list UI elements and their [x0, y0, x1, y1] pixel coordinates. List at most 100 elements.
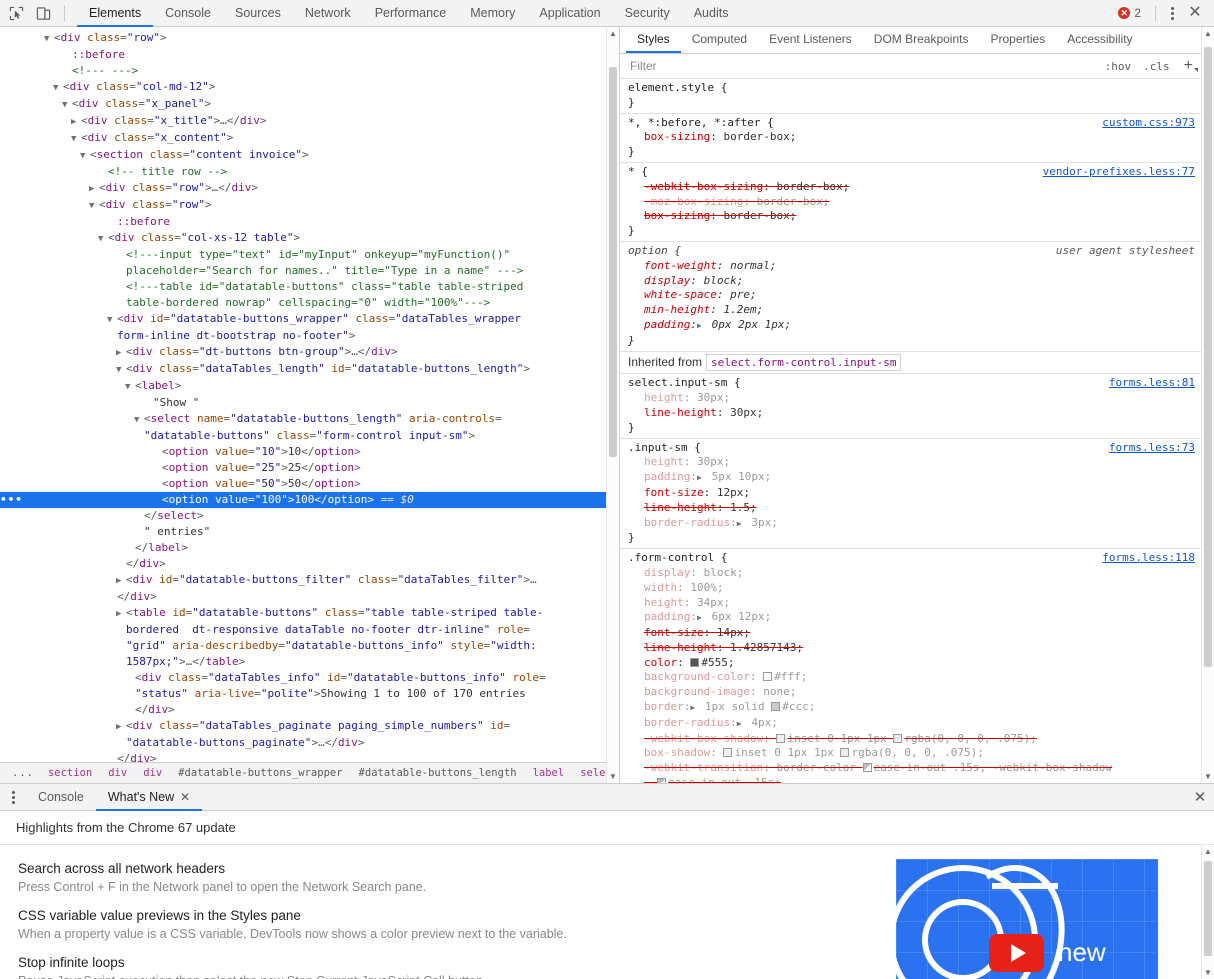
css-property-value[interactable]: border-box; [776, 180, 849, 193]
css-declaration[interactable]: display: block; [628, 274, 1195, 289]
whats-new-scrollbar[interactable]: ▲ ▼ [1201, 845, 1214, 979]
drawer-tab-console[interactable]: Console [26, 785, 96, 811]
css-property-value[interactable]: ease-in-out .15s; [657, 776, 781, 783]
color-swatch[interactable] [893, 733, 903, 743]
breadcrumb-item[interactable]: ... [6, 763, 40, 783]
disclosure-triangle-icon[interactable]: ▼ [44, 31, 54, 47]
error-count-badge[interactable]: ✕ 2 [1110, 6, 1149, 20]
drawer-tab-whats-new[interactable]: What's New ✕ [95, 785, 203, 811]
disclosure-triangle-icon[interactable]: ▶ [116, 573, 126, 589]
color-swatch[interactable] [776, 733, 786, 743]
tab-elements[interactable]: Elements [77, 1, 154, 27]
dom-node[interactable]: </div> [0, 556, 619, 572]
whats-new-scroll-down-icon[interactable]: ▼ [1202, 966, 1214, 979]
dom-node[interactable]: <div class="dataTables_info" id="datatab… [0, 670, 619, 686]
inherited-source-node[interactable]: select.form-control.input-sm [706, 353, 902, 371]
css-declaration[interactable]: background-color: #fff; [628, 670, 1195, 685]
css-declaration[interactable]: padding:▶ 0px 2px 1px; [628, 318, 1195, 334]
css-declaration[interactable]: font-size: 14px; [628, 626, 1195, 641]
css-declaration[interactable]: box-shadow: inset 0 1px 1px rgba(0, 0, 0… [628, 746, 1195, 761]
dom-node[interactable]: "Show " [0, 395, 619, 411]
dom-tree[interactable]: ▼ <div class="row">::before <!--- ---> ▼ <di… [0, 27, 619, 762]
style-rule[interactable]: * {vendor-prefixes.less:77 -webkit-box-si… [620, 163, 1201, 242]
css-declaration[interactable]: color: #555; [628, 656, 1195, 671]
css-property-value[interactable]: #555; [701, 656, 734, 669]
youtube-play-icon[interactable] [989, 934, 1044, 972]
css-declaration[interactable]: white-space: pre; [628, 288, 1195, 303]
css-property-value[interactable]: 30px; [730, 406, 763, 419]
breadcrumb-item[interactable]: div [100, 763, 135, 783]
styles-scrollbar[interactable]: ▲ ▼ [1201, 27, 1214, 783]
css-declaration[interactable]: font-weight: normal; [628, 259, 1195, 274]
css-property-value[interactable]: border-box; [757, 195, 830, 208]
dom-node[interactable]: ▼ <label> [0, 378, 619, 395]
dom-node-selected[interactable]: ••• <option value="100">100</option> == $… [0, 492, 619, 508]
css-declaration[interactable]: min-height: 1.2em; [628, 303, 1195, 318]
css-property-value[interactable]: border-box; [723, 130, 796, 143]
css-declaration[interactable]: -moz-box-sizing: border-box; [628, 195, 1195, 210]
disclosure-triangle-icon[interactable]: ▶ [116, 719, 126, 735]
dom-node[interactable]: <!---input type="text" id="myInput" onke… [0, 247, 619, 263]
css-declaration[interactable]: box-sizing: border-box; [628, 130, 1195, 145]
tab-performance[interactable]: Performance [363, 1, 459, 27]
css-property-value[interactable]: 5px 10px; [712, 470, 772, 483]
style-rule-selector[interactable]: .input-sm { [628, 441, 701, 456]
css-property-value[interactable]: 1.2em; [723, 303, 763, 316]
css-property-value[interactable]: 1.5; [730, 501, 757, 514]
dom-node[interactable]: </label> [0, 540, 619, 556]
style-rule-origin-link[interactable]: custom.css:973 [1102, 116, 1195, 131]
color-swatch[interactable] [690, 657, 700, 667]
dom-node[interactable]: ▼ <div class="x_content"> [0, 130, 619, 147]
element-classes-button[interactable]: .cls [1137, 60, 1176, 73]
drawer-more-options-icon[interactable] [0, 784, 26, 810]
css-declaration[interactable]: line-height: 1.42857143; [628, 641, 1195, 656]
color-swatch[interactable] [840, 748, 850, 758]
style-rule[interactable]: .form-control {forms.less:118 display: bl… [620, 549, 1201, 783]
dom-node[interactable]: <option value="25">25</option> [0, 460, 619, 476]
css-declaration[interactable]: display: block; [628, 566, 1195, 581]
css-declaration[interactable]: border-radius:▶ 4px; [628, 716, 1195, 732]
styles-scroll-up-icon[interactable]: ▲ [1202, 27, 1214, 40]
css-declaration[interactable]: line-height: 30px; [628, 406, 1195, 421]
scrollbar-thumb[interactable] [609, 67, 617, 457]
expand-shorthand-icon[interactable]: ▶ [697, 611, 705, 626]
tab-styles[interactable]: Styles [626, 27, 681, 53]
dom-node[interactable]: "datatable-buttons" class="form-control … [0, 428, 619, 444]
css-property-value[interactable]: 1.42857143; [730, 641, 803, 654]
css-declaration[interactable]: background-image: none; [628, 685, 1195, 700]
style-rule[interactable]: element.style {} [620, 79, 1201, 114]
breadcrumb-item[interactable]: #datatable-buttons_wrapper [170, 763, 350, 783]
force-state-button[interactable]: :hov [1099, 60, 1138, 73]
css-declaration[interactable]: box-sizing: border-box; [628, 209, 1195, 224]
breadcrumb-item[interactable]: #datatable-buttons_length [351, 763, 525, 783]
css-property-value[interactable]: block; [704, 566, 744, 579]
dom-node[interactable]: ▶ <table id="datatable-buttons" class="ta… [0, 605, 619, 622]
style-rule-origin-link[interactable]: forms.less:118 [1102, 551, 1195, 566]
css-declaration[interactable]: border:▶ 1px solid #ccc; [628, 700, 1195, 716]
css-property-value[interactable]: 1px solid #ccc; [705, 700, 815, 713]
whats-new-scroll-up-icon[interactable]: ▲ [1202, 845, 1214, 858]
tab-audits[interactable]: Audits [682, 1, 741, 27]
css-property-value[interactable]: block; [704, 274, 744, 287]
styles-rules-list[interactable]: element.style {} *, *:before, *:after { cu… [620, 79, 1214, 783]
dom-node[interactable]: ▼ <div class="row"> [0, 30, 619, 47]
style-rule-selector[interactable]: *, *:before, *:after { [628, 116, 774, 131]
close-drawer-icon[interactable]: ✕ [1186, 784, 1214, 810]
css-property-value[interactable]: 14px; [717, 626, 750, 639]
style-rule-selector[interactable]: option { [628, 244, 681, 259]
dom-node[interactable]: ▼ <select name="datatable-buttons_length"… [0, 411, 619, 428]
css-declaration[interactable]: -webkit-box-shadow: inset 0 1px 1px rgba… [628, 732, 1195, 747]
expand-shorthand-icon[interactable]: ▶ [697, 471, 705, 486]
dom-node[interactable]: "datatable-buttons_paginate">…</div> [0, 735, 619, 751]
css-property-value[interactable]: 34px; [697, 596, 730, 609]
css-declaration[interactable]: ease-in-out .15s; [628, 776, 1195, 783]
tab-network[interactable]: Network [293, 1, 363, 27]
css-property-value[interactable]: border-color ease-in-out .15s, -webkit-b… [776, 761, 1112, 774]
tab-sources[interactable]: Sources [223, 1, 293, 27]
dom-node[interactable]: ▼ <div class="x_panel"> [0, 96, 619, 113]
dom-node[interactable]: </div> [0, 751, 619, 762]
styles-scroll-down-icon[interactable]: ▼ [1202, 770, 1214, 783]
style-rule-selector[interactable]: * { [628, 165, 648, 180]
dom-node[interactable]: "grid" aria-describedby="datatable-butto… [0, 638, 619, 654]
expand-shorthand-icon[interactable]: ▶ [697, 319, 705, 334]
